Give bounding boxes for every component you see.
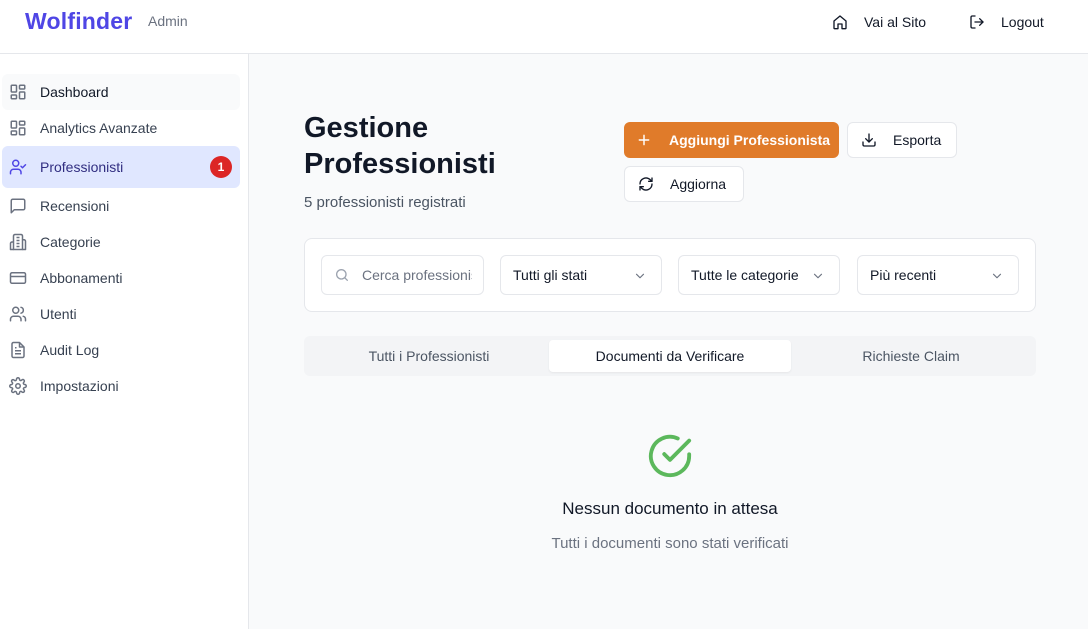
logout-icon xyxy=(970,15,984,29)
search-icon xyxy=(336,269,348,281)
sidebar-item-label: Recensioni xyxy=(40,198,110,214)
chevron-down-icon xyxy=(992,273,1002,279)
refresh-button[interactable]: Aggiorna xyxy=(624,166,744,202)
tab-all-professionals[interactable]: Tutti i Professionisti xyxy=(308,340,550,372)
refresh-label: Aggiorna xyxy=(670,176,727,192)
sidebar-item-label: Utenti xyxy=(40,306,77,322)
visit-site-label: Vai al Sito xyxy=(864,14,926,30)
page-subtitle: 5 professionisti registrati xyxy=(304,194,466,211)
layout-grid-icon xyxy=(10,84,26,100)
sidebar-item-dashboard[interactable]: Dashboard xyxy=(2,74,240,110)
sidebar-item-label: Analytics Avanzate xyxy=(40,120,158,136)
refresh-icon xyxy=(639,177,653,191)
home-icon xyxy=(833,15,847,30)
chevron-down-icon xyxy=(813,273,823,279)
export-button[interactable]: Esporta xyxy=(847,122,957,158)
sidebar-item-abbonamenti[interactable]: Abbonamenti xyxy=(2,260,240,296)
sidebar-item-label: Dashboard xyxy=(40,84,109,100)
brand-subtitle: Admin xyxy=(148,13,188,29)
logout-label: Logout xyxy=(1001,14,1044,30)
tab-claim-requests[interactable]: Richieste Claim xyxy=(790,340,1032,372)
sidebar-item-label: Categorie xyxy=(40,234,101,250)
add-professional-button[interactable]: Aggiungi Professionista xyxy=(624,122,839,158)
brand-logo[interactable]: Wolfinder xyxy=(25,8,132,35)
tab-documents-to-verify[interactable]: Documenti da Verificare xyxy=(549,340,791,372)
gear-icon xyxy=(9,377,27,395)
add-professional-label: Aggiungi Professionista xyxy=(669,132,831,148)
status-select-value: Tutti gli stati xyxy=(513,267,588,283)
page-title: Gestione Professionisti xyxy=(304,112,496,180)
sidebar-item-label: Audit Log xyxy=(40,342,100,358)
file-text-icon xyxy=(11,341,25,359)
credit-card-icon xyxy=(9,272,27,284)
sidebar-item-professionisti[interactable]: Professionisti 1 xyxy=(2,146,240,188)
sidebar-item-label: Abbonamenti xyxy=(40,270,123,286)
search-field[interactable] xyxy=(321,255,484,295)
sidebar-item-audit-log[interactable]: Audit Log xyxy=(2,332,240,368)
top-bar: Wolfinder Admin Vai al Sito Logout xyxy=(0,0,1088,54)
category-select[interactable]: Tutte le categorie xyxy=(678,255,840,295)
empty-state-subtitle: Tutti i documenti sono stati verificati xyxy=(551,535,789,552)
message-square-icon xyxy=(10,198,26,214)
sort-select[interactable]: Più recenti xyxy=(857,255,1019,295)
export-label: Esporta xyxy=(893,132,942,148)
sidebar-item-impostazioni[interactable]: Impostazioni xyxy=(2,368,240,404)
search-input[interactable] xyxy=(362,267,472,283)
download-icon xyxy=(862,133,876,147)
sidebar: Dashboard Analytics Avanzate Professioni… xyxy=(0,54,249,629)
sidebar-item-categorie[interactable]: Categorie xyxy=(2,224,240,260)
visit-site-link[interactable]: Vai al Sito xyxy=(832,12,926,32)
sort-select-value: Più recenti xyxy=(870,267,937,283)
category-select-value: Tutte le categorie xyxy=(691,267,799,283)
tab-bar: Tutti i Professionisti Documenti da Veri… xyxy=(304,336,1036,376)
sidebar-item-analytics[interactable]: Analytics Avanzate xyxy=(2,110,240,146)
sidebar-item-utenti[interactable]: Utenti xyxy=(2,296,240,332)
users-icon xyxy=(9,306,27,322)
chevron-down-icon xyxy=(635,273,645,279)
empty-state-title: Nessun documento in attesa xyxy=(562,499,778,518)
logout-button[interactable]: Logout xyxy=(969,12,1044,32)
status-select[interactable]: Tutti gli stati xyxy=(500,255,662,295)
sidebar-item-recensioni[interactable]: Recensioni xyxy=(2,188,240,224)
sidebar-item-label: Professionisti xyxy=(40,159,124,175)
layout-grid-icon xyxy=(10,120,26,136)
user-check-icon xyxy=(9,159,27,175)
sidebar-item-label: Impostazioni xyxy=(40,378,119,394)
plus-icon xyxy=(638,134,650,146)
building-icon xyxy=(9,233,27,251)
check-circle-icon xyxy=(648,434,692,478)
filter-card: Tutti gli stati Tutte le categorie Più r… xyxy=(304,238,1036,312)
notification-badge: 1 xyxy=(210,156,232,178)
